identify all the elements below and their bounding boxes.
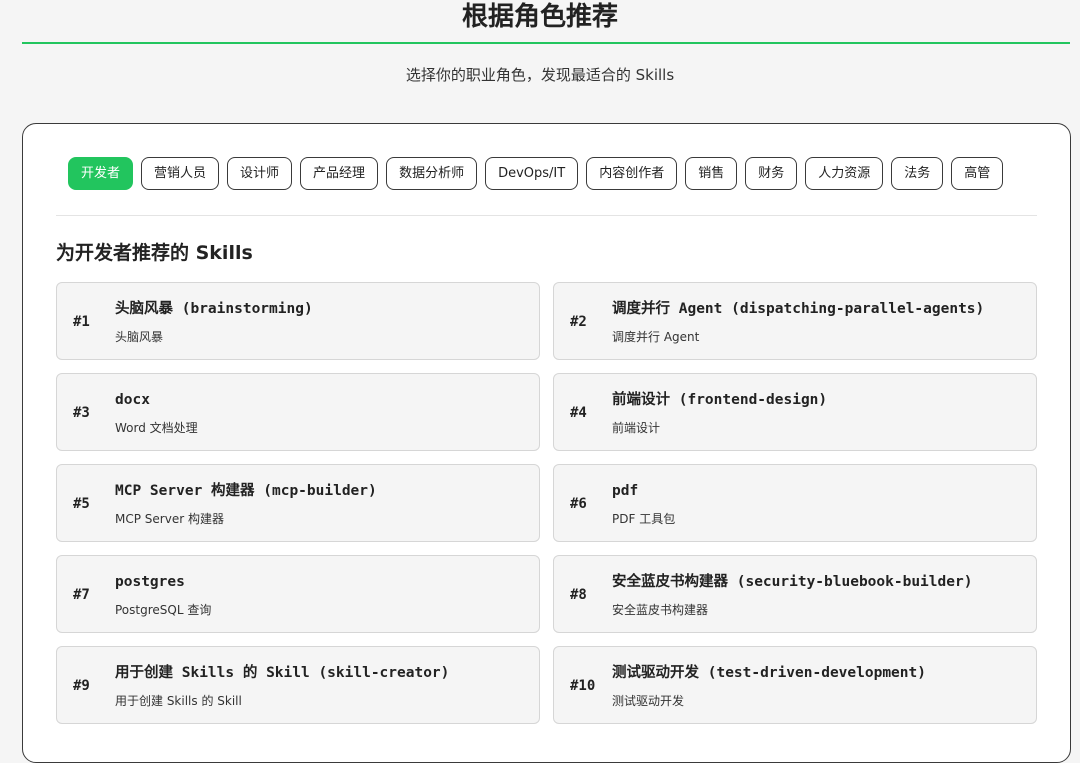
skill-card[interactable]: #10 测试驱动开发 (test-driven-development) 测试驱… [553, 646, 1037, 724]
skill-card[interactable]: #4 前端设计 (frontend-design) 前端设计 [553, 373, 1037, 451]
role-tab-sales[interactable]: 销售 [685, 157, 738, 190]
skill-card[interactable]: #6 pdf PDF 工具包 [553, 464, 1037, 542]
skill-name: MCP Server 构建器 (mcp-builder) [115, 483, 377, 499]
skill-description: 前端设计 [612, 421, 661, 435]
role-tab-developer[interactable]: 开发者 [68, 157, 134, 190]
skill-name: postgres [115, 574, 185, 590]
skill-card[interactable]: #2 调度并行 Agent (dispatching-parallel-agen… [553, 282, 1037, 360]
skill-rank: #10 [570, 678, 596, 694]
role-tab-finance[interactable]: 财务 [745, 157, 798, 190]
role-tab-executive[interactable]: 高管 [951, 157, 1004, 190]
skill-rank: #1 [73, 314, 90, 330]
role-tab-content-creator[interactable]: 内容创作者 [586, 157, 678, 190]
skill-name: 测试驱动开发 (test-driven-development) [612, 665, 926, 681]
page-title: 根据角色推荐 [461, 2, 618, 32]
skill-card[interactable]: #1 头脑风暴 (brainstorming) 头脑风暴 [56, 282, 540, 360]
skill-rank: #5 [73, 496, 90, 512]
skill-card[interactable]: #7 postgres PostgreSQL 查询 [56, 555, 540, 633]
skill-description: PDF 工具包 [612, 512, 676, 526]
role-tab-designer[interactable]: 设计师 [227, 157, 293, 190]
skill-description: 安全蓝皮书构建器 [612, 603, 709, 617]
skill-card[interactable]: #9 用于创建 Skills 的 Skill (skill-creator) 用… [56, 646, 540, 724]
skill-card[interactable]: #3 docx Word 文档处理 [56, 373, 540, 451]
skill-name: 用于创建 Skills 的 Skill (skill-creator) [115, 665, 450, 681]
role-tabs: 开发者 营销人员 设计师 产品经理 数据分析师 DevOps/IT 内容创作者 … [68, 157, 1004, 190]
skill-rank: #8 [570, 587, 587, 603]
skill-description: Word 文档处理 [115, 421, 198, 435]
skill-rank: #2 [570, 314, 587, 330]
skill-description: PostgreSQL 查询 [115, 603, 212, 617]
skill-name: pdf [612, 483, 639, 499]
role-tab-data-analyst[interactable]: 数据分析师 [386, 157, 478, 190]
section-title: 为开发者推荐的 Skills [56, 242, 253, 264]
page-subtitle: 选择你的职业角色，发现最适合的 Skills [405, 66, 675, 84]
skill-rank: #7 [73, 587, 90, 603]
skill-name: 安全蓝皮书构建器 (security-bluebook-builder) [612, 574, 973, 590]
skill-rank: #6 [570, 496, 587, 512]
skill-description: 测试驱动开发 [612, 694, 685, 708]
skill-description: 调度并行 Agent [612, 330, 700, 344]
skill-card[interactable]: #8 安全蓝皮书构建器 (security-bluebook-builder) … [553, 555, 1037, 633]
skill-rank: #4 [570, 405, 587, 421]
recommendation-panel: 开发者 营销人员 设计师 产品经理 数据分析师 DevOps/IT 内容创作者 … [22, 123, 1071, 763]
role-tab-devops[interactable]: DevOps/IT [485, 157, 579, 190]
skill-description: 头脑风暴 [115, 330, 164, 344]
skill-rank: #3 [73, 405, 90, 421]
skill-rank: #9 [73, 678, 90, 694]
skills-grid: #1 头脑风暴 (brainstorming) 头脑风暴 #2 调度并行 Age… [56, 282, 1037, 724]
title-underline [22, 42, 1070, 44]
skill-name: 前端设计 (frontend-design) [612, 392, 828, 408]
role-tab-product-manager[interactable]: 产品经理 [300, 157, 379, 190]
section-divider [56, 215, 1037, 216]
role-tab-legal[interactable]: 法务 [891, 157, 944, 190]
role-tab-hr[interactable]: 人力资源 [805, 157, 884, 190]
role-tab-marketing[interactable]: 营销人员 [141, 157, 220, 190]
skill-description: MCP Server 构建器 [115, 512, 224, 526]
skill-name: docx [115, 392, 150, 408]
skill-name: 头脑风暴 (brainstorming) [115, 301, 313, 317]
skill-card[interactable]: #5 MCP Server 构建器 (mcp-builder) MCP Serv… [56, 464, 540, 542]
skill-name: 调度并行 Agent (dispatching-parallel-agents) [612, 301, 985, 317]
skill-description: 用于创建 Skills 的 Skill [115, 694, 242, 708]
